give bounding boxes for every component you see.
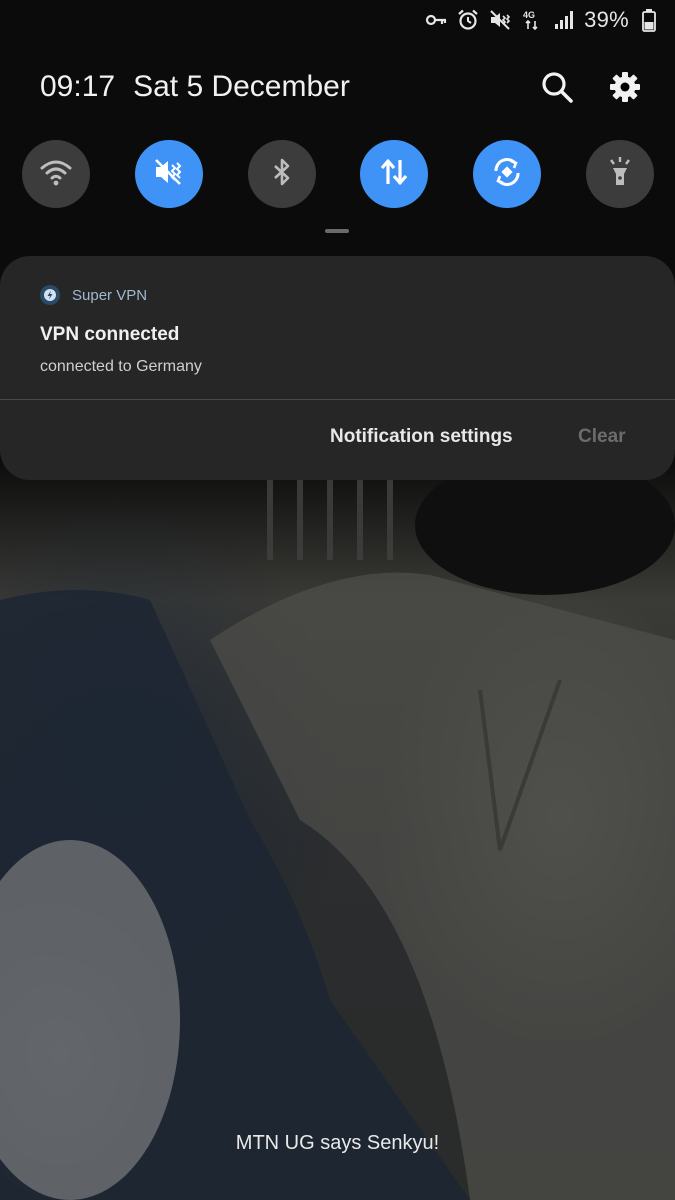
notification-shade: 4G 39% 09:17 Sat 5 December Super VPN VP…: [0, 0, 675, 1200]
notification-title: VPN connected: [40, 324, 180, 345]
gear-icon[interactable]: [605, 67, 645, 107]
drag-handle[interactable]: [325, 229, 349, 233]
notification-divider: [0, 399, 675, 400]
flashlight-icon: [602, 154, 638, 195]
vibrate-icon: [151, 154, 187, 195]
shade-header: 09:17 Sat 5 December: [40, 62, 645, 112]
rotate-icon: [489, 154, 525, 195]
notification-settings-button[interactable]: Notification settings: [330, 426, 513, 448]
svg-text:4G: 4G: [523, 10, 535, 20]
wifi-icon: [38, 154, 74, 195]
carrier-message: MTN UG says Senkyu!: [235, 1132, 440, 1154]
date: Sat 5 December: [133, 70, 350, 103]
quick-toggles: [22, 140, 654, 208]
toggle-wifi[interactable]: [22, 140, 90, 208]
status-bar: 4G 39%: [424, 0, 675, 40]
toggle-flashlight[interactable]: [585, 140, 654, 208]
bluetooth-icon: [264, 154, 300, 195]
notification-body: connected to Germany: [40, 358, 202, 375]
toggle-bluetooth[interactable]: [247, 140, 316, 208]
header-actions: [537, 67, 645, 107]
clock: 09:17: [40, 70, 116, 103]
clear-button[interactable]: Clear: [578, 426, 626, 448]
toggle-mobile-data[interactable]: [360, 140, 429, 208]
super-vpn-app-icon: [40, 285, 60, 305]
notification-app-header: Super VPN: [40, 285, 147, 305]
4g-data-icon: 4G: [520, 8, 544, 32]
notification-app-name: Super VPN: [72, 286, 148, 304]
vibrate-icon: [488, 8, 512, 32]
search-icon[interactable]: [537, 67, 577, 107]
toggle-sound[interactable]: [134, 140, 203, 208]
battery-percentage: 39%: [584, 7, 629, 32]
signal-icon: [552, 8, 576, 32]
alarm-icon: [456, 8, 480, 32]
battery-icon: [637, 8, 661, 32]
vpn-key-icon: [424, 8, 448, 32]
data-arrows-icon: [376, 154, 412, 195]
toggle-auto-rotate[interactable]: [473, 140, 542, 208]
